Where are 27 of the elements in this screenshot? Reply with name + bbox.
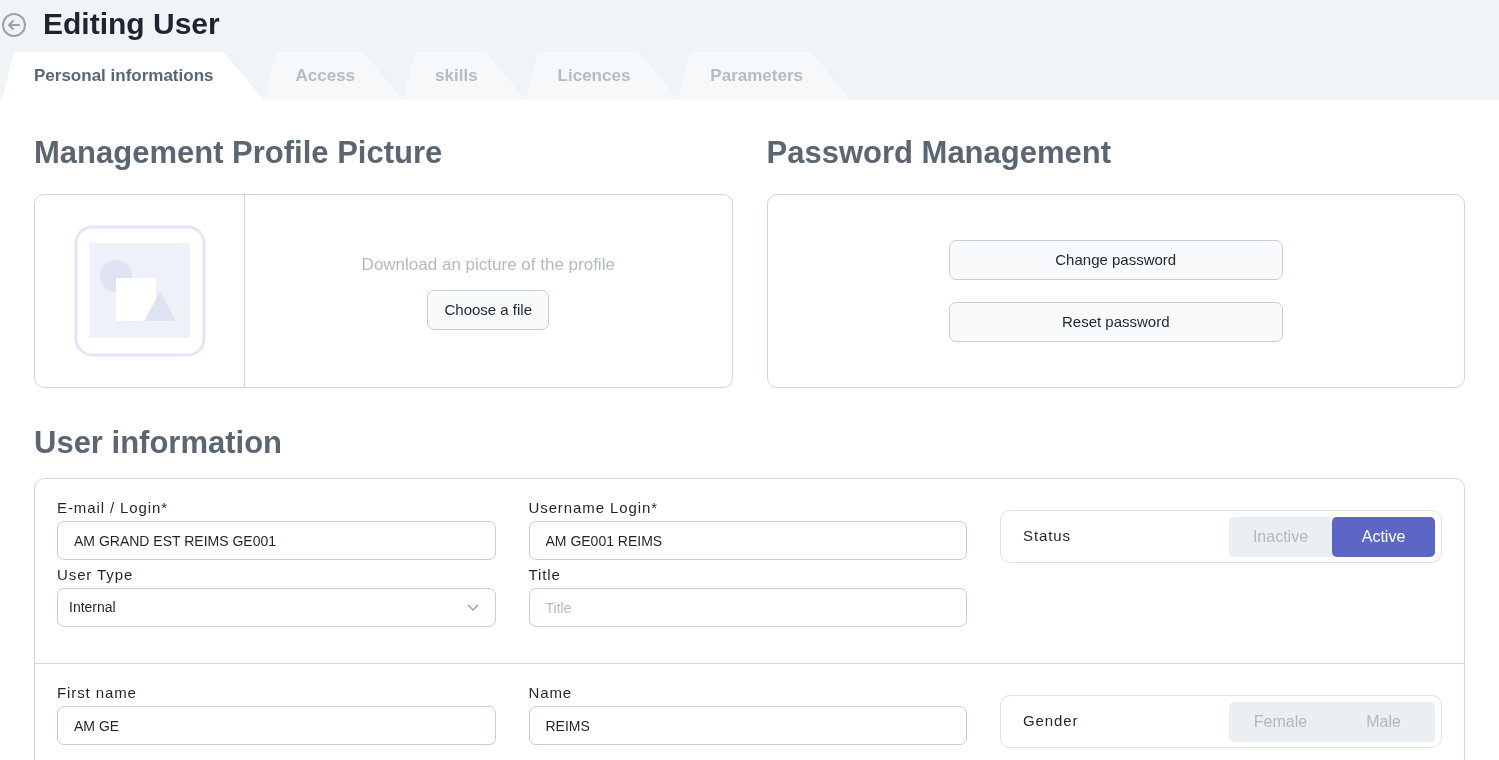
input-field[interactable]: AM GE001 REIMS <box>528 521 967 560</box>
toggle-label: Status <box>1023 526 1071 547</box>
password-button[interactable]: Reset password <box>948 302 1283 342</box>
upload-hint: Download an picture of the profile <box>361 254 615 277</box>
password-button[interactable]: Change password <box>948 240 1283 280</box>
section-heading: Management Profile Picture <box>34 134 444 172</box>
field-label: Name <box>528 684 574 702</box>
image-placeholder-icon <box>73 225 206 357</box>
input-field[interactable]: REIMS <box>528 706 967 745</box>
chevron-down-icon <box>466 603 479 612</box>
field-label: First name <box>57 684 138 702</box>
user-type-select[interactable]: Internal <box>57 588 496 627</box>
back-icon[interactable] <box>1 12 27 38</box>
section-heading: Password Management <box>766 134 1113 172</box>
toggle-label: Gender <box>1023 711 1079 732</box>
section-heading: User information <box>34 424 284 462</box>
input-field[interactable]: AM GE <box>57 706 496 745</box>
field-label: User Type <box>57 566 135 584</box>
input-field[interactable]: AM GRAND EST REIMS GE001 <box>57 521 496 560</box>
tab[interactable]: Personal informations <box>2 52 264 100</box>
toggle-option[interactable]: Active <box>1332 516 1435 557</box>
field-label: Title <box>528 566 562 584</box>
choose-file-button[interactable]: Choose a file <box>427 289 550 330</box>
field-label: Username Login* <box>528 499 659 517</box>
field-label: E-mail / Login* <box>57 499 170 517</box>
page-title: Editing User <box>43 5 220 42</box>
input-field[interactable]: Title <box>528 588 967 627</box>
